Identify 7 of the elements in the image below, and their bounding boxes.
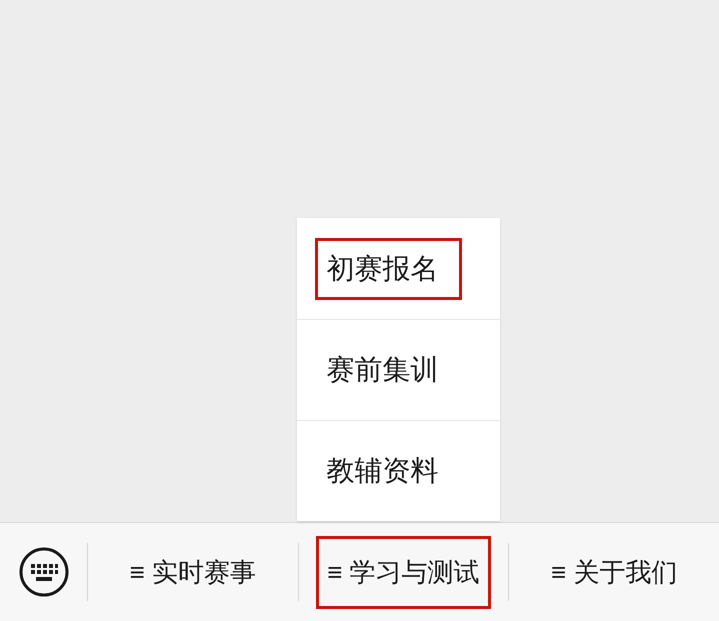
menu-tab[interactable]: ≡ 学习与测试 [316, 536, 491, 608]
menu-tab[interactable]: ≡ 实时赛事 [118, 536, 268, 608]
submenu-item[interactable]: 初赛报名 [314, 238, 462, 300]
menu-tab[interactable]: ≡ 关于我们 [540, 536, 688, 608]
submenu-item[interactable]: 教辅资料 [314, 440, 462, 502]
keyboard-icon[interactable] [18, 547, 68, 597]
submenu-item[interactable]: 赛前集训 [314, 339, 462, 401]
